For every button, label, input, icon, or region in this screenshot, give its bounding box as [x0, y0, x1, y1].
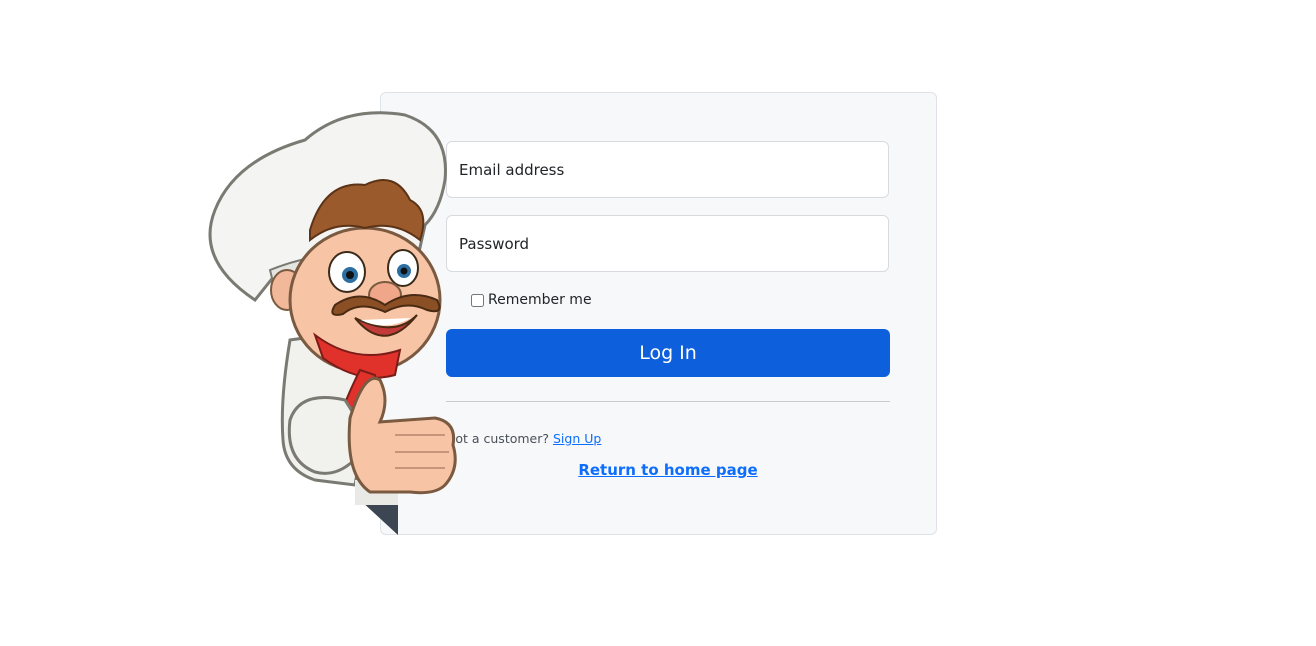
signup-link[interactable]: Sign Up — [553, 431, 601, 446]
password-field[interactable] — [446, 215, 889, 272]
login-page: Remember me Log In Not a customer? Sign … — [0, 0, 1316, 646]
email-field[interactable] — [446, 141, 889, 198]
divider — [446, 401, 890, 402]
chef-mascot-illustration — [208, 111, 457, 535]
remember-me-label: Remember me — [488, 292, 592, 308]
remember-me[interactable]: Remember me — [471, 292, 592, 308]
return-home-link[interactable]: Return to home page — [446, 461, 890, 479]
remember-me-checkbox[interactable] — [471, 293, 484, 307]
login-button[interactable]: Log In — [446, 329, 890, 377]
